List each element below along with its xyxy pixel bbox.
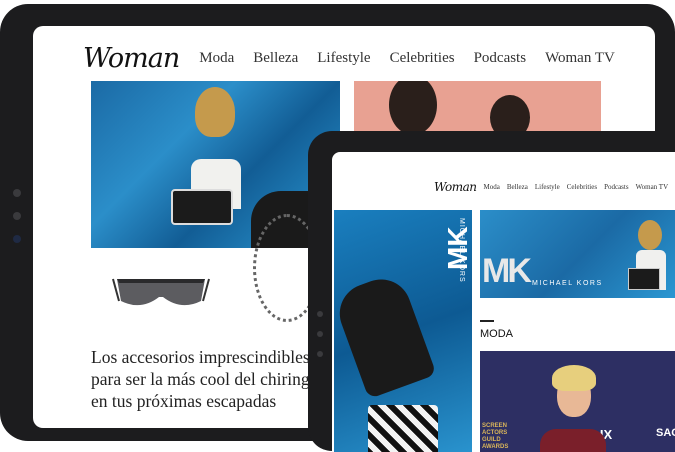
ad-monogram: MK <box>482 252 532 290</box>
hero-image-couple[interactable] <box>354 81 601 134</box>
tablet-side-button <box>13 189 21 197</box>
tablet-camera-icon <box>13 235 21 243</box>
nav-item-belleza[interactable]: Belleza <box>253 50 298 67</box>
section-title[interactable]: MODA <box>480 328 513 340</box>
ad-brand: MICHAEL KORS <box>532 280 603 287</box>
nav-item-celebrities[interactable]: Celebrities <box>567 183 597 191</box>
celebrity-photo[interactable]: SCREEN ACTORS GUILD AWARDS FLIX SAG <box>480 351 675 452</box>
backdrop-text: SCREEN ACTORS GUILD AWARDS <box>482 423 509 450</box>
nav-item-lifestyle[interactable]: Lifestyle <box>535 183 560 191</box>
article-headline[interactable]: Los accesorios imprescindibles para ser … <box>91 346 341 412</box>
nav-item-woman-tv[interactable]: Woman TV <box>636 183 669 191</box>
ad-brand-vertical: MICHAEL KORS <box>458 218 465 283</box>
section-divider <box>480 320 494 322</box>
main-nav: Woman Moda Belleza Lifestyle Celebrities… <box>434 180 675 194</box>
ad-model-image <box>628 220 670 290</box>
nav-item-podcasts[interactable]: Podcasts <box>474 50 527 67</box>
tablet-front-device: Woman Moda Belleza Lifestyle Celebrities… <box>308 131 675 452</box>
front-screen: Woman Moda Belleza Lifestyle Celebrities… <box>332 152 675 452</box>
ad-banner-horizontal[interactable]: MK MICHAEL KORS <box>480 210 675 298</box>
tablet-side-button <box>317 331 323 337</box>
nav-item-celebrities[interactable]: Celebrities <box>390 50 455 67</box>
main-nav: Woman Moda Belleza Lifestyle Celebrities… <box>83 45 634 72</box>
nav-item-moda[interactable]: Moda <box>484 183 500 191</box>
zebra-bag-image <box>368 405 438 452</box>
sunglasses-image <box>112 278 210 306</box>
tablet-side-button <box>317 351 323 357</box>
nav-item-woman-tv[interactable]: Woman TV <box>545 50 615 67</box>
backdrop-logo-right: SAG <box>656 427 675 439</box>
tablet-side-button <box>317 311 323 317</box>
nav-item-belleza[interactable]: Belleza <box>507 183 528 191</box>
tablet-side-button <box>13 212 21 220</box>
nav-item-podcasts[interactable]: Podcasts <box>604 183 629 191</box>
nav-item-lifestyle[interactable]: Lifestyle <box>317 50 370 67</box>
ad-monogram-vertical: MK <box>442 226 472 270</box>
ad-banner-vertical[interactable]: MK MICHAEL KORS <box>334 210 472 452</box>
site-logo[interactable]: Woman <box>83 45 180 72</box>
nav-item-moda[interactable]: Moda <box>199 50 234 67</box>
site-logo[interactable]: Woman <box>434 180 477 194</box>
